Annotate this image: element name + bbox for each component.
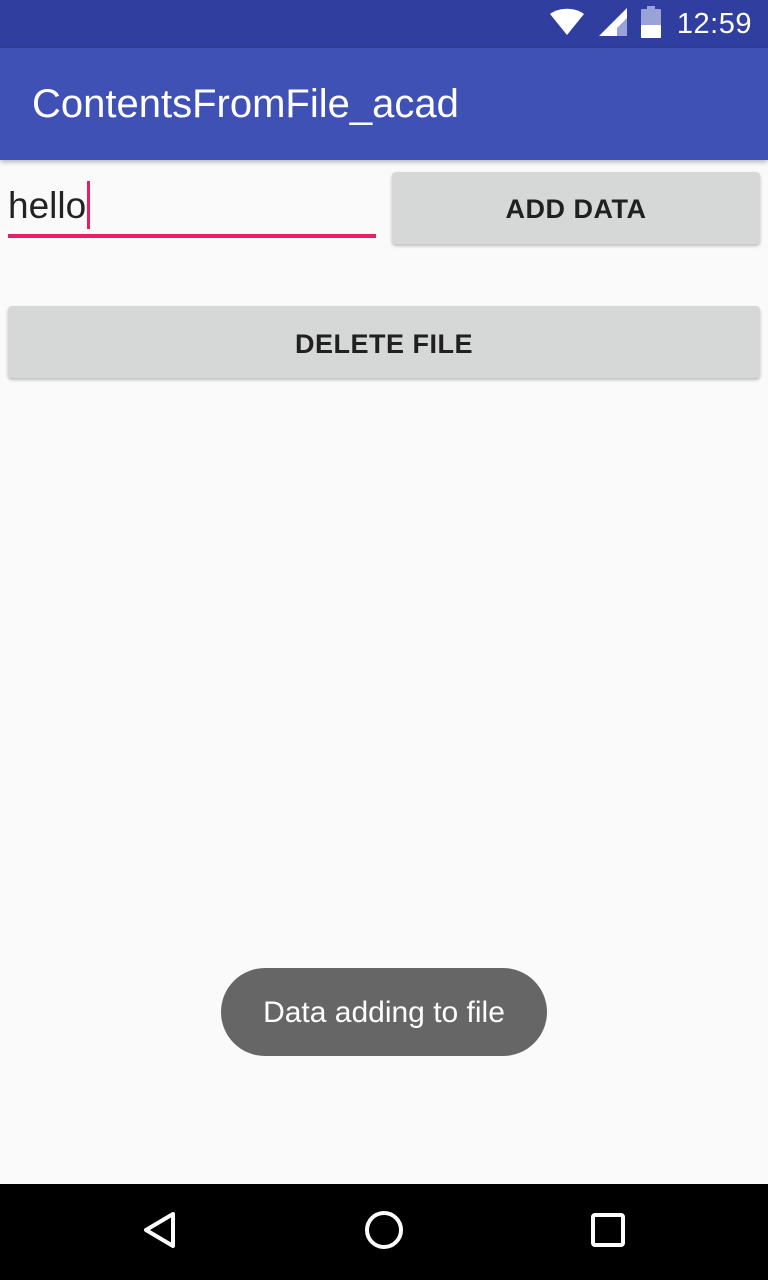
data-input-value[interactable]: hello — [8, 185, 86, 226]
recents-button[interactable] — [584, 1208, 632, 1256]
add-data-button[interactable]: ADD DATA — [392, 172, 760, 244]
recents-icon — [590, 1212, 626, 1253]
delete-file-button[interactable]: DELETE FILE — [8, 306, 760, 378]
status-time: 12:59 — [676, 8, 752, 40]
data-input-text-row[interactable]: hello — [8, 181, 91, 230]
navigation-bar — [0, 1184, 768, 1280]
app-bar: ContentsFromFile_acad — [0, 48, 768, 160]
back-button[interactable] — [136, 1208, 184, 1256]
status-icons: 12:59 — [549, 0, 752, 48]
back-icon — [140, 1210, 180, 1255]
status-bar: 12:59 — [0, 0, 768, 48]
cell-signal-icon — [598, 7, 627, 41]
wifi-icon — [549, 8, 585, 41]
home-icon — [363, 1209, 405, 1256]
toast-message: Data adding to file — [221, 968, 547, 1056]
app-title: ContentsFromFile_acad — [32, 82, 459, 126]
home-button[interactable] — [360, 1208, 408, 1256]
input-underline — [8, 234, 376, 238]
battery-icon — [640, 5, 661, 43]
data-input-field[interactable]: hello — [8, 176, 376, 238]
text-cursor — [87, 181, 91, 230]
